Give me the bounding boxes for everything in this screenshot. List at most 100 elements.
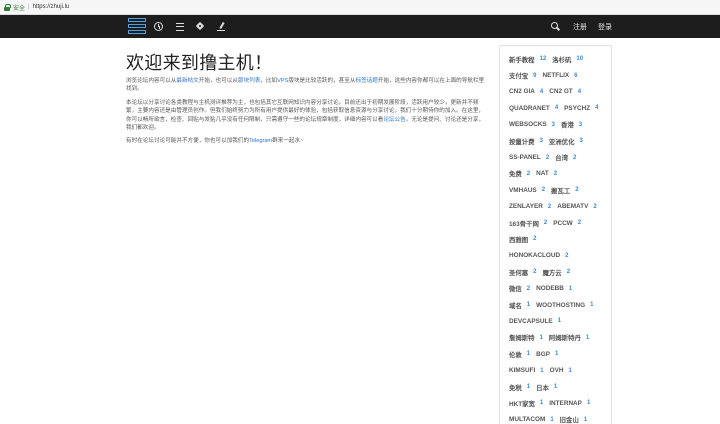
- pen-icon[interactable]: [217, 22, 226, 32]
- tag-link[interactable]: 支付宝 9: [509, 71, 537, 81]
- tag-link[interactable]: 圣何塞 2: [509, 268, 537, 277]
- tag-link[interactable]: HKT家宽 1: [509, 399, 543, 408]
- tag-row: CN2 GIA 4 CN2 GT 4: [509, 84, 611, 100]
- tag-name: BGP: [536, 350, 550, 358]
- tag-row: 伦敦 1 BGP 1: [509, 346, 611, 362]
- tag-name: 詹姆斯特: [509, 335, 535, 343]
- login-link[interactable]: 登录: [598, 22, 612, 32]
- tag-link[interactable]: 阿姆斯特丹 1: [549, 333, 590, 343]
- tag-link[interactable]: 旧金山 1: [560, 415, 588, 424]
- tag-name: 魔方云: [542, 269, 562, 277]
- tag-count: 1: [526, 384, 531, 390]
- register-link[interactable]: 注册: [573, 22, 587, 32]
- tag-link[interactable]: 搬瓦工 2: [551, 186, 579, 195]
- bars-logo[interactable]: [128, 18, 146, 35]
- tag-count: 1: [585, 334, 590, 341]
- tag-count: 2: [547, 203, 552, 210]
- tag-link[interactable]: PCCW 2: [553, 220, 581, 227]
- tag-count: 1: [583, 416, 588, 423]
- tag-name: 新手教程: [509, 56, 535, 64]
- tag-count: 2: [572, 154, 577, 161]
- tag-count: 12: [539, 56, 547, 63]
- tag-link[interactable]: DEVCAPSULE 1: [509, 318, 561, 325]
- latest-posts-link[interactable]: 最新帖文: [176, 78, 198, 84]
- tag-link[interactable]: 香港 3: [561, 120, 583, 130]
- tag-link[interactable]: 域名 1: [509, 301, 530, 310]
- telegram-link[interactable]: Telegram: [249, 138, 272, 144]
- intro-text: 浏览论坛内容可以从: [126, 78, 177, 84]
- tag-link[interactable]: 微信 2: [509, 284, 531, 294]
- tag-link[interactable]: KIMSUFI 1: [509, 367, 544, 374]
- tag-count: 1: [526, 351, 531, 358]
- tag-link[interactable]: CN2 GIA 4: [509, 88, 543, 95]
- top-navbar: 注册 登录: [0, 15, 720, 38]
- vps-board-link[interactable]: VPS: [277, 78, 288, 84]
- tag-link[interactable]: 日本 1: [536, 383, 557, 392]
- tag-link[interactable]: 按量计费 3: [509, 137, 543, 146]
- tag-link[interactable]: BGP 1: [536, 351, 558, 358]
- tag-row: 微信 2 NODEBB 1: [509, 280, 611, 296]
- tag-link[interactable]: 洛杉矶 10: [552, 55, 583, 64]
- tag-link[interactable]: 魔方云 2: [543, 268, 571, 277]
- tag-row: 域名 1 WOOTHOSTING 1: [509, 297, 611, 313]
- tag-link[interactable]: HONOKACLOUD 2: [509, 252, 568, 259]
- tag-link[interactable]: INTERNAP 1: [549, 400, 590, 407]
- tag-link[interactable]: PSYCHZ 4: [564, 105, 598, 112]
- tag-link[interactable]: NAT 2: [536, 170, 557, 177]
- forum-notice-link[interactable]: 论坛公告: [383, 117, 405, 123]
- tag-row: WEBSOCKS 3 香港 3: [509, 117, 611, 133]
- tag-name: 163骨干网: [509, 220, 539, 228]
- tag-link[interactable]: 免税 1: [509, 383, 530, 392]
- list-icon[interactable]: [176, 22, 185, 31]
- tag-link[interactable]: WOOTHOSTING 1: [536, 302, 593, 309]
- tag-link[interactable]: MULTACOM 1: [509, 416, 554, 423]
- tag-link[interactable]: 詹姆斯特 1: [509, 333, 543, 343]
- tag-link[interactable]: 亚洲优化 3: [549, 137, 583, 146]
- tag-link[interactable]: 新手教程 12: [509, 55, 546, 64]
- tag-count: 1: [540, 367, 544, 374]
- search-icon[interactable]: [551, 22, 560, 31]
- tag-name: HKT家宽: [509, 400, 535, 408]
- tag-link[interactable]: SS-PANEL 2: [509, 154, 549, 161]
- tag-link[interactable]: CN2 GT 4: [549, 88, 581, 95]
- tag-count: 2: [526, 285, 531, 292]
- tag-name: 洛杉矶: [552, 56, 572, 64]
- tag-name: 免税: [509, 384, 522, 392]
- tag-count: 1: [526, 302, 531, 309]
- tag-link[interactable]: WEBSOCKS 3: [509, 121, 555, 128]
- tag-link[interactable]: ABEMATV 2: [557, 203, 596, 210]
- tag-link[interactable]: ZENLAYER 2: [509, 203, 551, 210]
- tag-row: DEVCAPSULE 1: [509, 313, 611, 329]
- tag-count: 1: [586, 400, 591, 407]
- tag-row: HONOKACLOUD 2: [509, 248, 611, 264]
- tag-count: 1: [568, 367, 572, 374]
- tag-name: 旧金山: [559, 417, 579, 424]
- tag-count: 2: [577, 220, 582, 227]
- browser-address-bar[interactable]: 安全 | https://zhuji.lu: [0, 0, 720, 15]
- tag-row: 新手教程 12 洛杉矶 10: [509, 51, 611, 67]
- tag-link[interactable]: 西雅图 2: [509, 235, 537, 244]
- tag-count: 1: [539, 400, 544, 407]
- tags-icon[interactable]: [196, 22, 205, 31]
- tag-link[interactable]: 163骨干网 2: [509, 219, 547, 228]
- tag-link[interactable]: VMHAUS 2: [509, 187, 545, 194]
- tag-count: 3: [578, 121, 583, 128]
- tag-name: SS-PANEL: [509, 154, 541, 162]
- tag-link[interactable]: OVH 1: [550, 367, 572, 374]
- tag-count: 9: [533, 72, 537, 79]
- url-text[interactable]: https://zhuji.lu: [33, 4, 70, 10]
- tag-name: 日本: [536, 384, 549, 392]
- tag-link[interactable]: NODEBB 1: [536, 285, 572, 292]
- tag-link[interactable]: 台湾 2: [555, 153, 577, 163]
- tag-link[interactable]: QUADRANET 4: [509, 105, 558, 112]
- tag-link[interactable]: NETFLIX 6: [543, 72, 578, 79]
- tag-topics-link[interactable]: 标签话题: [355, 78, 377, 84]
- tag-name: 域名: [509, 302, 522, 310]
- tag-row: 詹姆斯特 1 阿姆斯特丹 1: [509, 330, 611, 346]
- tag-link[interactable]: 免费 2: [509, 169, 530, 179]
- board-list-link[interactable]: 版块列表: [238, 78, 260, 84]
- clock-icon[interactable]: [154, 22, 163, 31]
- tag-name: PSYCHZ: [564, 104, 591, 112]
- tag-link[interactable]: 伦敦 1: [509, 350, 530, 359]
- tag-count: 1: [550, 416, 554, 423]
